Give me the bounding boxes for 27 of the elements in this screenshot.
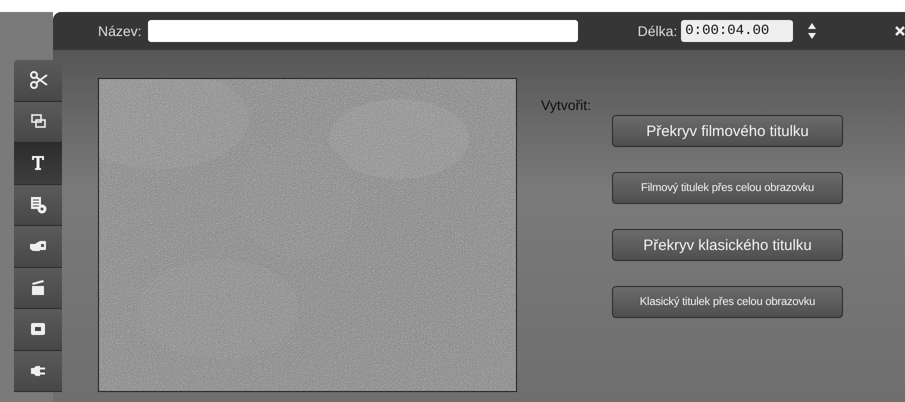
sidebar-tab[interactable] [14, 184, 62, 226]
length-label: Délka: [638, 23, 678, 39]
create-title-button[interactable]: Filmový titulek přes celou obrazovku [612, 172, 843, 204]
create-title-button[interactable]: Překryv klasického titulku [612, 229, 843, 261]
close-icon[interactable] [895, 25, 905, 37]
scissors-icon [30, 71, 48, 90]
sidebar-tab[interactable] [14, 226, 62, 268]
list-disc-icon [31, 196, 46, 214]
name-label: Název: [98, 23, 142, 39]
overlay-icon [31, 114, 46, 128]
plug-icon [31, 366, 45, 376]
name-field[interactable] [148, 20, 578, 42]
sidebar-tab[interactable] [14, 268, 62, 309]
length-field[interactable]: 0:00:04.00 [681, 20, 794, 42]
spinner-icon[interactable] [807, 22, 818, 40]
sidebar-tab[interactable] [14, 143, 62, 184]
screen-icon [31, 323, 45, 336]
create-title-button[interactable]: Překryv filmového titulku [612, 115, 843, 147]
hand-camera-icon [30, 241, 46, 252]
sidebar-tab[interactable] [14, 102, 62, 143]
sidebar-tab[interactable] [14, 60, 62, 102]
create-label: Vytvořit: [541, 97, 592, 113]
clapperboard-icon [32, 280, 44, 295]
create-title-button[interactable]: Klasický titulek přes celou obrazovku [612, 286, 843, 318]
sidebar-tab[interactable] [14, 350, 62, 392]
text-icon [32, 156, 44, 170]
sidebar-tab[interactable] [14, 309, 62, 350]
